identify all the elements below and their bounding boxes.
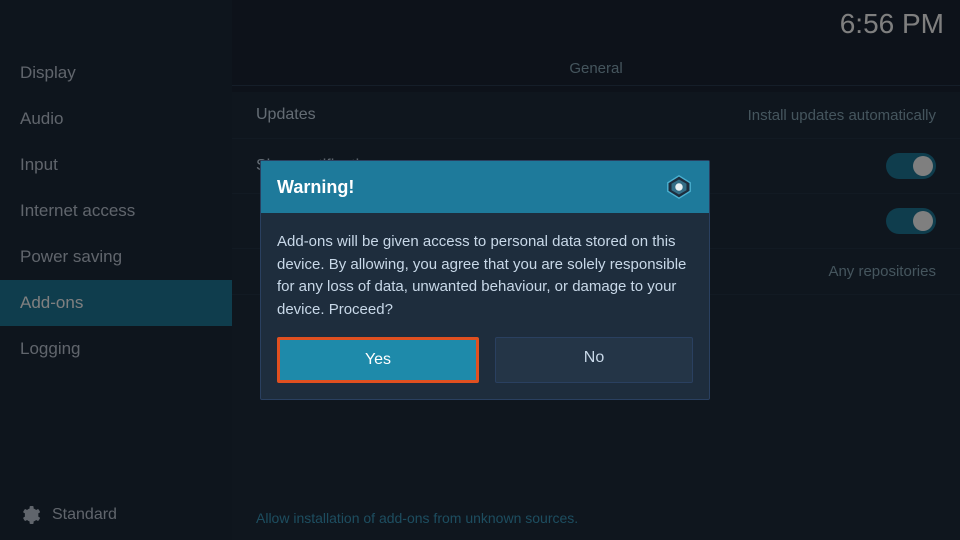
dialog-buttons: Yes No — [261, 337, 709, 399]
kodi-logo-icon — [665, 173, 693, 201]
dialog-body: Add-ons will be given access to personal… — [261, 213, 709, 337]
no-button[interactable]: No — [495, 337, 693, 383]
dialog-title: Warning! — [277, 177, 354, 198]
warning-dialog: Warning! Add-ons will be given access to… — [260, 160, 710, 400]
dialog-header: Warning! — [261, 161, 709, 213]
yes-button[interactable]: Yes — [277, 337, 479, 383]
